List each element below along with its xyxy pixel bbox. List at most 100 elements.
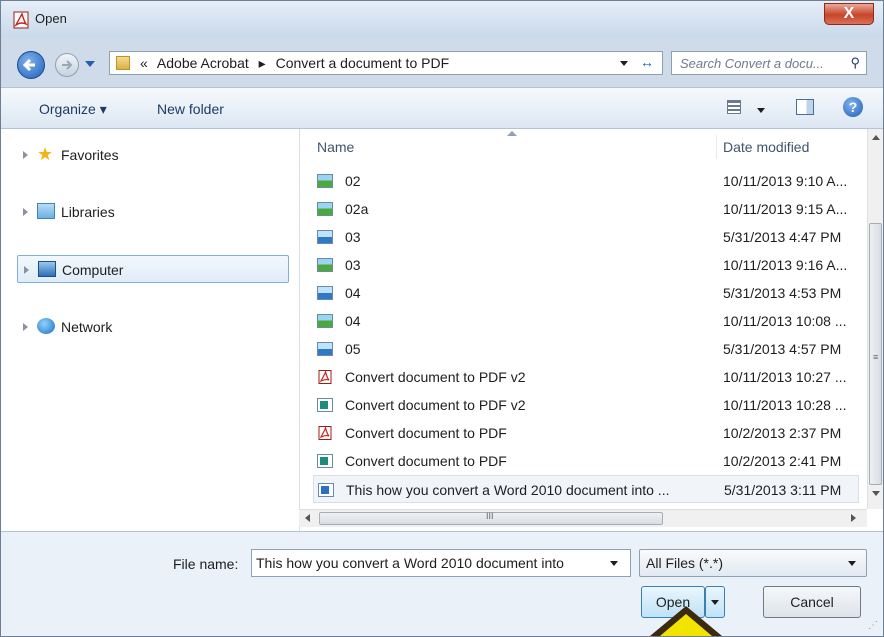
image-icon [317,314,333,328]
search-input[interactable]: Search Convert a docu... [680,56,824,71]
expand-arrow-icon[interactable] [23,323,28,331]
content-area: ★ Favorites Libraries Computer Network N… [1,129,883,531]
address-bar[interactable]: « Adobe Acrobat ▸ Convert a document to … [109,51,663,75]
file-name-value[interactable]: This how you convert a Word 2010 documen… [256,555,564,571]
file-type-dropdown-icon[interactable] [848,561,856,566]
resize-grip-icon[interactable]: ⋰ [868,620,878,631]
png-icon [317,342,333,356]
png-icon [317,230,333,244]
file-type-value: All Files (*.*) [646,555,724,571]
network-icon [37,318,55,334]
expand-arrow-icon[interactable] [23,151,28,159]
file-row[interactable]: 05 5/31/2013 4:57 PM [313,335,859,363]
command-bar: Organize ▾ New folder ? [1,87,883,129]
cancel-button[interactable]: Cancel [763,586,861,618]
close-button[interactable]: X [824,3,874,25]
column-header-date-modified[interactable]: Date modified [723,139,809,155]
image-icon [317,202,333,216]
file-row[interactable]: Convert document to PDF 10/2/2013 2:41 P… [313,447,859,475]
breadcrumb-convert-folder[interactable]: Convert a document to PDF [276,55,450,71]
scroll-grip-icon: ≡ [873,352,879,362]
preview-pane-icon[interactable] [796,99,814,115]
file-row[interactable]: Convert document to PDF v2 10/11/2013 10… [313,391,859,419]
file-date: 10/11/2013 9:10 A... [723,173,848,189]
file-row[interactable]: 03 10/11/2013 9:16 A... [313,251,859,279]
refresh-icon[interactable]: ↔ [640,54,654,70]
scroll-down-icon[interactable] [872,491,880,496]
breadcrumb: « Adobe Acrobat ▸ Convert a document to … [140,55,455,72]
sidebar-item-computer[interactable]: Computer [17,255,289,283]
file-row[interactable]: Convert document to PDF 10/2/2013 2:37 P… [313,419,859,447]
file-name: 04 [345,285,361,301]
file-row[interactable]: Convert document to PDF v2 10/11/2013 10… [313,363,859,391]
file-name: 03 [345,257,361,273]
view-options-dropdown[interactable] [757,108,765,113]
file-name-dropdown-icon[interactable] [610,561,618,566]
file-name: 04 [345,313,361,329]
change-view-icon[interactable] [727,100,741,114]
new-folder-button[interactable]: New folder [157,101,224,117]
scroll-up-icon[interactable] [872,135,880,140]
forward-arrow-icon [62,60,73,70]
search-box[interactable]: Search Convert a docu... ⚲ [671,51,867,75]
vertical-scrollbar[interactable]: ≡ [867,129,883,509]
address-dropdown-icon[interactable] [620,61,628,66]
file-row[interactable]: 02a 10/11/2013 9:15 A... [313,195,859,223]
pdf-icon [318,370,332,384]
file-date: 10/11/2013 10:08 ... [723,313,847,329]
dialog-footer: File name: This how you convert a Word 2… [1,531,883,636]
file-row-selected[interactable]: This how you convert a Word 2010 documen… [313,475,859,503]
sidebar-item-network[interactable]: Network [17,313,289,341]
file-row[interactable]: 03 5/31/2013 4:47 PM [313,223,859,251]
file-name: 05 [345,341,361,357]
scroll-right-icon[interactable] [851,514,856,522]
word-doc-icon [318,483,334,497]
file-date: 10/11/2013 9:16 A... [723,257,848,273]
search-icon[interactable]: ⚲ [850,55,860,71]
vertical-scroll-thumb[interactable]: ≡ [869,223,882,485]
folder-icon [116,56,130,70]
file-list: Name Date modified 02 10/11/2013 9:10 A.… [307,129,867,509]
expand-arrow-icon[interactable] [24,266,29,274]
sidebar-item-label: Libraries [61,204,115,220]
window-title: Open [35,11,67,26]
horizontal-scroll-thumb[interactable]: III [319,511,663,525]
file-date: 5/31/2013 3:11 PM [724,482,842,498]
sidebar-item-favorites[interactable]: ★ Favorites [17,141,289,169]
pdf-icon [318,426,332,440]
sidebar-item-label: Favorites [61,147,119,163]
column-header-name[interactable]: Name [317,139,354,155]
forward-button[interactable] [55,53,79,77]
back-arrow-icon [22,58,35,72]
breadcrumb-adobe-acrobat[interactable]: Adobe Acrobat [157,55,249,71]
file-date: 10/11/2013 9:15 A... [723,201,848,217]
file-type-select[interactable]: All Files (*.*) [639,549,867,577]
file-name: Convert document to PDF v2 [345,397,526,413]
image-icon [317,174,333,188]
publisher-icon [317,398,333,412]
scroll-left-icon[interactable] [305,514,310,522]
organize-button[interactable]: Organize ▾ [39,101,107,118]
breadcrumb-overflow[interactable]: « [140,55,148,71]
file-date: 5/31/2013 4:47 PM [723,229,842,245]
horizontal-scrollbar[interactable]: III [299,509,867,527]
file-name-field[interactable]: This how you convert a Word 2010 documen… [251,549,631,577]
expand-arrow-icon[interactable] [23,208,28,216]
scroll-grip-icon: III [486,511,494,521]
help-icon[interactable]: ? [843,97,863,117]
back-button[interactable] [17,51,45,79]
file-row[interactable]: 02 10/11/2013 9:10 A... [313,167,859,195]
sidebar-item-libraries[interactable]: Libraries [17,198,289,226]
pdf-app-icon [13,11,29,29]
recent-pages-dropdown[interactable] [85,61,95,67]
open-options-dropdown-icon [711,600,719,605]
file-date: 10/11/2013 10:28 ... [723,397,847,413]
file-row[interactable]: 04 5/31/2013 4:53 PM [313,279,859,307]
png-icon [317,286,333,300]
file-row[interactable]: 04 10/11/2013 10:08 ... [313,307,859,335]
library-icon [37,203,55,219]
column-divider[interactable] [716,135,717,159]
file-date: 10/2/2013 2:41 PM [723,453,842,469]
breadcrumb-separator-icon[interactable]: ▸ [259,55,266,71]
file-name: Convert document to PDF v2 [345,369,526,385]
